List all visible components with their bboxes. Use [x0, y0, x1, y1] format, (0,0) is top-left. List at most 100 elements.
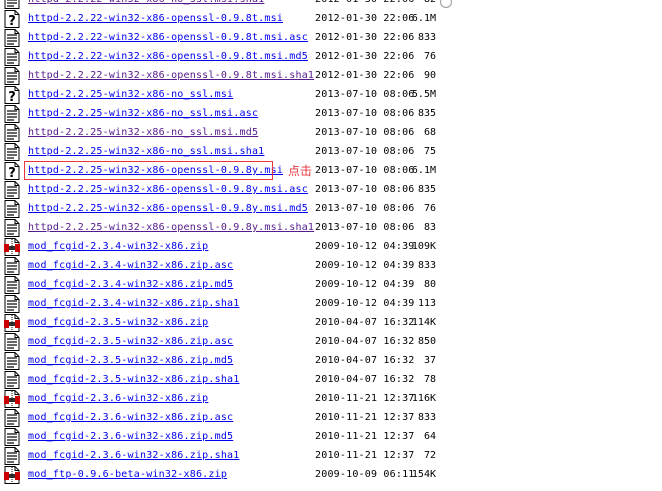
text-file-icon [4, 143, 20, 161]
file-link[interactable]: httpd-2.2.22-win32-x86-openssl-0.9.8t.ms… [28, 51, 308, 62]
file-link[interactable]: httpd-2.2.22-win32-x86-openssl-0.9.8t.ms… [28, 32, 308, 43]
file-link[interactable]: httpd-2.2.25-win32-x86-no_ssl.msi.asc [28, 108, 258, 119]
file-size: 154K [411, 469, 436, 480]
text-file-icon [4, 105, 20, 123]
file-row: mod_fcgid-2.3.5-win32-x86.zip.asc 2010-04… [0, 332, 662, 351]
file-link[interactable]: mod_fcgid-2.3.6-win32-x86.zip [28, 393, 208, 404]
file-size: 6.1M [411, 13, 436, 24]
file-link[interactable]: httpd-2.2.22-win32-x86-no_ssl.msi.sha1 [28, 0, 264, 5]
file-size: 835 [417, 184, 436, 195]
file-link[interactable]: mod_ftp-0.9.6-beta-win32-x86.zip [28, 469, 227, 480]
file-size: 75 [423, 146, 436, 157]
file-size: 76 [423, 203, 436, 214]
file-size: 80 [423, 279, 436, 290]
text-file-icon [4, 447, 20, 465]
file-row: mod_fcgid-2.3.5-win32-x86.zip.md5 2010-04… [0, 351, 662, 370]
file-size: 116K [411, 393, 436, 404]
file-row: mod_fcgid-2.3.6-win32-x86.zip.sha1 2010-1… [0, 446, 662, 465]
text-file-icon [4, 181, 20, 199]
file-row: httpd-2.2.22-win32-x86-openssl-0.9.8t.ms… [0, 66, 662, 85]
file-row: httpd-2.2.25-win32-x86-openssl-0.9.8y.ms… [0, 199, 662, 218]
file-row: httpd-2.2.25-win32-x86-no_ssl.msi.sha1 20… [0, 142, 662, 161]
file-size: 850 [417, 336, 436, 347]
file-row: mod_fcgid-2.3.5-win32-x86.zip.sha1 2010-0… [0, 370, 662, 389]
file-link[interactable]: mod_fcgid-2.3.6-win32-x86.zip.md5 [28, 431, 233, 442]
file-size: 72 [423, 450, 436, 461]
file-size: 82 [400, 0, 436, 5]
file-link[interactable]: mod_fcgid-2.3.4-win32-x86.zip.sha1 [28, 298, 240, 309]
file-size: 37 [423, 355, 436, 366]
annotation-highlight-box [24, 161, 273, 180]
file-link[interactable]: httpd-2.2.25-win32-x86-openssl-0.9.8y.ms… [28, 203, 308, 214]
file-row: ? httpd-2.2.22-win32-x86-openssl-0.9.8t.m… [0, 9, 662, 29]
file-size: 78 [423, 374, 436, 385]
file-row: mod_fcgid-2.3.4-win32-x86.zip.asc 2009-10… [0, 256, 662, 275]
file-listing: httpd-2.2.22-win32-x86-no_ssl.msi.sha120… [0, 0, 662, 484]
file-size: 5.5M [411, 89, 436, 100]
text-file-icon [4, 371, 20, 389]
file-link[interactable]: httpd-2.2.25-win32-x86-no_ssl.msi.sha1 [28, 146, 264, 157]
file-size: 68 [423, 127, 436, 138]
unknown-file-icon: ? [4, 162, 20, 181]
archive-file-icon [4, 466, 20, 484]
file-link[interactable]: mod_fcgid-2.3.6-win32-x86.zip.asc [28, 412, 233, 423]
file-size: 833 [417, 32, 436, 43]
annotation-click-label: 点击 [288, 164, 313, 178]
file-row: httpd-2.2.22-win32-x86-openssl-0.9.8t.ms… [0, 47, 662, 66]
file-link[interactable]: httpd-2.2.25-win32-x86-openssl-0.9.8y.ms… [28, 222, 314, 233]
unknown-file-icon: ? [4, 86, 20, 105]
file-link[interactable]: httpd-2.2.22-win32-x86-openssl-0.9.8t.ms… [28, 70, 314, 81]
file-row: mod_fcgid-2.3.4-win32-x86.zip.md5 2009-10… [0, 275, 662, 294]
file-size: 835 [417, 108, 436, 119]
text-file-icon [4, 67, 20, 85]
file-row: httpd-2.2.25-win32-x86-no_ssl.msi.md5 201… [0, 123, 662, 142]
file-row: mod_fcgid-2.3.4-win32-x86.zip.sha1 2009-1… [0, 294, 662, 313]
file-link[interactable]: mod_fcgid-2.3.4-win32-x86.zip [28, 241, 208, 252]
file-row: httpd-2.2.25-win32-x86-no_ssl.msi.asc 201… [0, 104, 662, 123]
file-row: httpd-2.2.22-win32-x86-openssl-0.9.8t.ms… [0, 28, 662, 47]
file-link[interactable]: mod_fcgid-2.3.5-win32-x86.zip.md5 [28, 355, 233, 366]
text-file-icon [4, 29, 20, 47]
svg-text:?: ? [8, 14, 16, 28]
file-link[interactable]: mod_fcgid-2.3.5-win32-x86.zip.sha1 [28, 374, 240, 385]
text-file-icon [4, 409, 20, 427]
text-file-icon [4, 276, 20, 294]
file-link[interactable]: mod_fcgid-2.3.5-win32-x86.zip.asc [28, 336, 233, 347]
file-row: httpd-2.2.25-win32-x86-openssl-0.9.8y.ms… [0, 218, 662, 237]
text-file-icon [4, 200, 20, 218]
text-file-icon [4, 124, 20, 142]
file-row: httpd-2.2.25-win32-x86-openssl-0.9.8y.ms… [0, 180, 662, 199]
text-file-icon [4, 48, 20, 66]
file-link[interactable]: httpd-2.2.25-win32-x86-no_ssl.msi [28, 89, 233, 100]
file-row: mod_fcgid-2.3.6-win32-x86.zip.asc 2010-11… [0, 408, 662, 427]
archive-file-icon [4, 390, 20, 408]
file-link[interactable]: httpd-2.2.25-win32-x86-no_ssl.msi.md5 [28, 127, 258, 138]
file-size: 113 [417, 298, 436, 309]
file-row: mod_fcgid-2.3.6-win32-x86.zip 2010-11-21 … [0, 389, 662, 408]
svg-text:?: ? [8, 166, 16, 180]
text-file-icon [4, 219, 20, 237]
svg-text:?: ? [8, 90, 16, 104]
file-row: ? httpd-2.2.25-win32-x86-no_ssl.msi 2013-0… [0, 85, 662, 105]
file-link[interactable]: httpd-2.2.25-win32-x86-openssl-0.9.8y.ms… [28, 184, 308, 195]
file-link[interactable]: mod_fcgid-2.3.5-win32-x86.zip [28, 317, 208, 328]
file-row: mod_fcgid-2.3.6-win32-x86.zip.md5 2010-11… [0, 427, 662, 446]
file-link[interactable]: mod_fcgid-2.3.6-win32-x86.zip.sha1 [28, 450, 240, 461]
file-row: httpd-2.2.22-win32-x86-no_ssl.msi.sha120… [0, 0, 662, 9]
text-file-icon [4, 295, 20, 313]
unknown-file-icon: ? [4, 10, 20, 29]
file-row: mod_fcgid-2.3.5-win32-x86.zip 2010-04-07 … [0, 313, 662, 332]
file-size: 64 [423, 431, 436, 442]
text-file-icon [4, 428, 20, 446]
archive-file-icon [4, 238, 20, 256]
file-size: 6.1M [411, 165, 436, 176]
file-row: mod_fcgid-2.3.4-win32-x86.zip 2009-10-12 … [0, 237, 662, 256]
file-link[interactable]: mod_fcgid-2.3.4-win32-x86.zip.asc [28, 260, 233, 271]
file-size: 833 [417, 260, 436, 271]
file-link[interactable]: mod_fcgid-2.3.4-win32-x86.zip.md5 [28, 279, 233, 290]
file-size: 76 [423, 51, 436, 62]
file-size: 833 [417, 412, 436, 423]
file-size: 109K [411, 241, 436, 252]
file-row: mod_ftp-0.9.6-beta-win32-x86.zip 2009-10-… [0, 465, 662, 484]
file-link[interactable]: httpd-2.2.22-win32-x86-openssl-0.9.8t.ms… [28, 13, 283, 24]
